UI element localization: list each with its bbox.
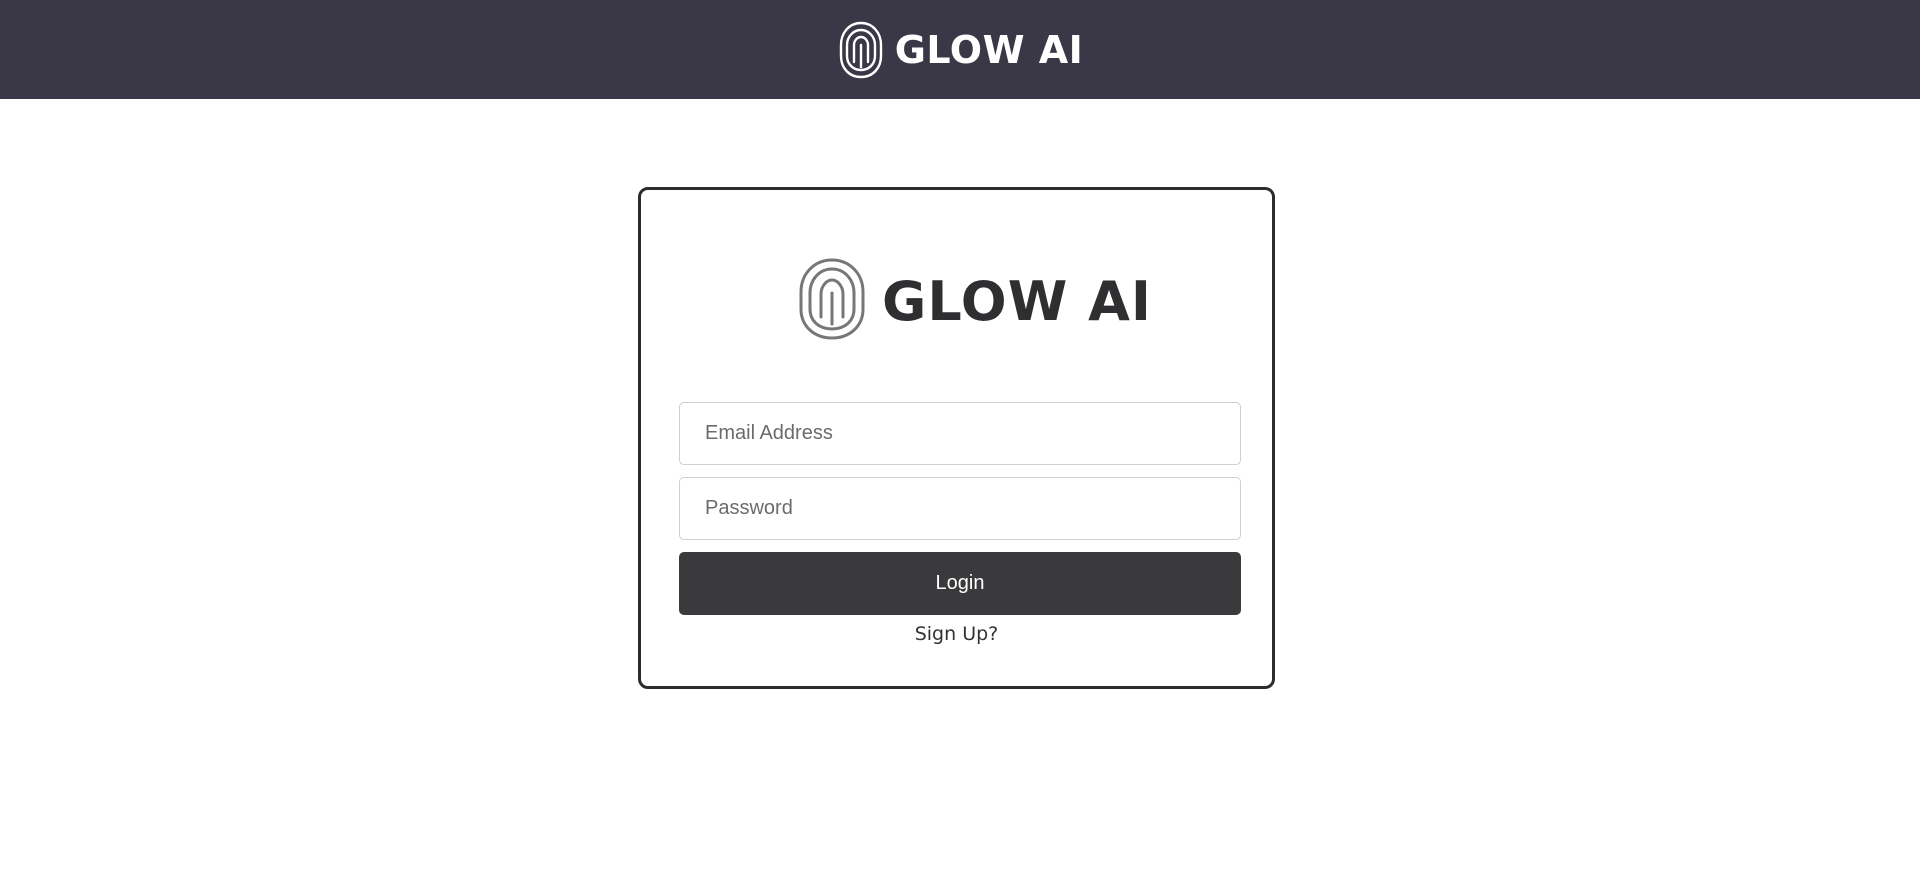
- login-card-brand-name: GLOW AI: [882, 270, 1152, 333]
- header-brand: GLOW AI: [837, 20, 1084, 80]
- sign-up-link[interactable]: Sign Up?: [641, 623, 1272, 645]
- password-input[interactable]: [679, 477, 1241, 540]
- login-card-logo: GLOW AI: [796, 256, 1152, 347]
- fingerprint-loop-icon: [796, 256, 868, 347]
- top-navigation-bar: GLOW AI: [0, 0, 1920, 99]
- email-address-input[interactable]: [679, 402, 1241, 465]
- fingerprint-loop-icon: [837, 20, 885, 80]
- login-button[interactable]: Login: [679, 552, 1241, 615]
- header-brand-name: GLOW AI: [894, 27, 1084, 72]
- login-card: GLOW AI Login Sign Up?: [638, 187, 1275, 689]
